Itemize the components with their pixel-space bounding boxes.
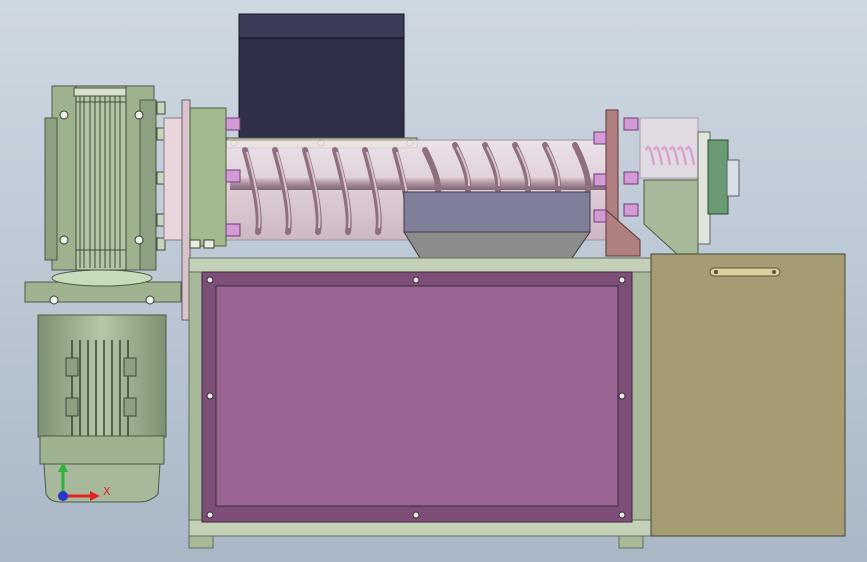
fin-cap [73, 87, 127, 97]
gearbox-left-face [44, 117, 58, 261]
frame-foot-left [188, 535, 214, 549]
bearing-housing [189, 107, 227, 247]
gearbox-right-face [139, 99, 157, 271]
cad-viewport[interactable]: X Y [0, 0, 867, 562]
tray-body [650, 253, 846, 537]
lock-collar [707, 139, 729, 215]
shaft-end [726, 159, 740, 197]
gearbox-output-neck [51, 269, 153, 287]
triad-z-axis [58, 491, 68, 501]
triad-x-label: X [103, 485, 111, 498]
discharge-chute [403, 191, 591, 233]
collection-tray[interactable] [650, 253, 846, 537]
screw-conveyor[interactable] [221, 139, 613, 259]
discharge-funnel [403, 231, 591, 259]
access-panel[interactable] [215, 285, 619, 507]
feed-hopper[interactable] [226, 13, 418, 149]
handle-rivet [772, 270, 776, 274]
base-frame[interactable] [188, 257, 652, 549]
handle-rivet [714, 270, 718, 274]
gearbox-fins [75, 85, 127, 271]
motor-fan-cover [39, 435, 165, 465]
frame-top-rail [188, 257, 652, 273]
tray-handle[interactable] [709, 267, 781, 277]
frame-foot-right [618, 535, 644, 549]
model-canvas[interactable]: X Y [0, 0, 867, 562]
motor-body [37, 314, 167, 438]
hopper-lip [238, 13, 405, 39]
